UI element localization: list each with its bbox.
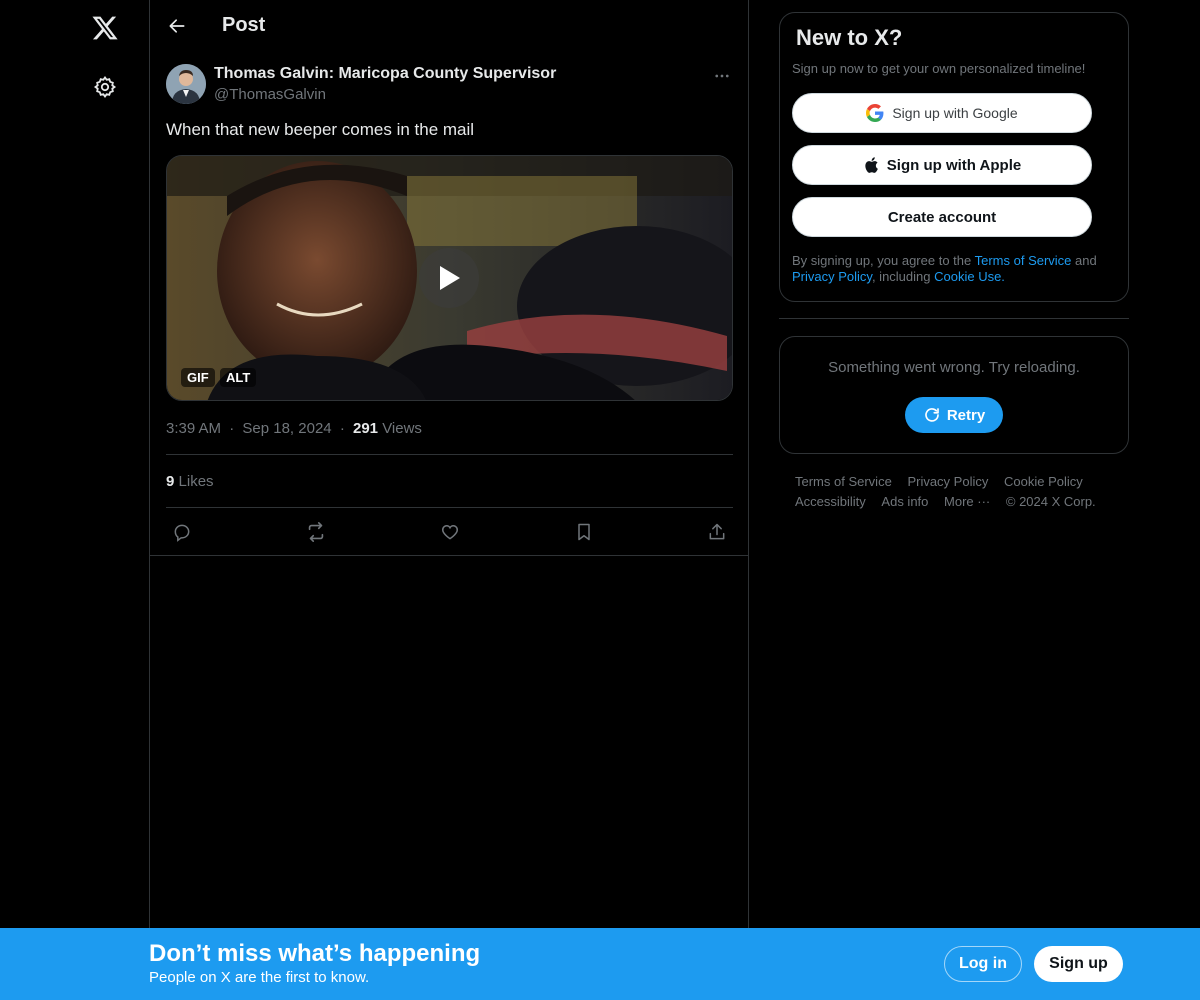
footer-ads-link[interactable]: Ads info [881, 492, 928, 512]
tweet-meta: 3:39 AM · Sep 18, 2024 · 291 Views [166, 420, 422, 437]
trends-error-card: Something went wrong. Try reloading. Ret… [779, 336, 1129, 454]
gear-icon [93, 75, 117, 99]
meta-separator: · [229, 420, 235, 437]
footer-copyright: © 2024 X Corp. [1005, 494, 1096, 509]
like-button[interactable] [436, 518, 464, 546]
signup-subtitle: Sign up now to get your own personalized… [792, 61, 1086, 76]
more-options-button[interactable] [710, 64, 734, 88]
login-button[interactable]: Log in [944, 946, 1022, 982]
author-name[interactable]: Thomas Galvin: Maricopa County Superviso… [214, 65, 556, 83]
signup-google-label: Sign up with Google [892, 105, 1018, 121]
page-title: Post [222, 14, 266, 36]
reply-button[interactable] [168, 518, 196, 546]
refresh-icon [925, 408, 939, 422]
create-account-label: Create account [887, 208, 997, 226]
retry-button[interactable]: Retry [905, 397, 1003, 433]
back-arrow-icon [169, 19, 185, 33]
meta-separator: · [339, 420, 345, 437]
tweet-time[interactable]: 3:39 AM [166, 420, 221, 437]
page-header: Post [150, 0, 748, 53]
retry-label: Retry [946, 406, 986, 424]
divider [166, 454, 733, 455]
reply-icon [174, 524, 190, 542]
footer-privacy-link[interactable]: Privacy Policy [907, 472, 988, 492]
x-logo-icon [92, 16, 118, 40]
views-label: Views [382, 420, 422, 437]
alt-text-badge[interactable]: ALT [220, 368, 257, 387]
footer-accessibility-link[interactable]: Accessibility [795, 492, 866, 512]
repost-button[interactable] [302, 518, 330, 546]
like-icon [441, 524, 459, 540]
footer-more-link[interactable]: More ··· [944, 492, 990, 512]
privacy-policy-link[interactable]: Privacy Policy [792, 269, 872, 284]
bookmark-button[interactable] [570, 518, 598, 546]
tweet-media-gif[interactable]: GIF ALT [166, 155, 733, 401]
author-handle[interactable]: @ThomasGalvin [214, 86, 326, 103]
footer-terms-link[interactable]: Terms of Service [795, 472, 892, 492]
more-icon [715, 74, 729, 78]
views-count: 291 [352, 420, 379, 437]
tweet-date[interactable]: Sep 18, 2024 [242, 420, 331, 437]
play-icon [440, 266, 460, 290]
back-button[interactable] [160, 9, 194, 43]
terms-notice: By signing up, you agree to the Terms of… [792, 253, 1122, 285]
tweet-author: Thomas Galvin: Maricopa County Superviso… [166, 64, 734, 108]
terms-including: , including [871, 269, 935, 284]
footer-cookie-link[interactable]: Cookie Policy [1004, 472, 1083, 492]
left-nav [0, 0, 150, 1000]
signup-banner: Don’t miss what’s happening People on X … [0, 928, 1200, 1000]
banner-title: Don’t miss what’s happening [149, 940, 481, 967]
share-icon [709, 523, 725, 540]
footer-links: Terms of Service Privacy Policy Cookie P… [795, 472, 1125, 512]
banner-subtitle: People on X are the first to know. [149, 969, 370, 986]
likes-count: 9 [166, 473, 175, 490]
gif-badge: GIF [181, 368, 215, 387]
signup-button[interactable]: Sign up [1034, 946, 1123, 982]
settings-button[interactable] [81, 63, 129, 111]
play-button[interactable] [419, 248, 479, 308]
signup-title: New to X? [796, 25, 903, 50]
sidebar-divider [779, 318, 1129, 319]
share-button[interactable] [703, 518, 731, 546]
signup-apple-label: Sign up with Apple [886, 156, 1022, 174]
terms-prefix: By signing up, you agree to the [792, 253, 975, 268]
tweet-actions [166, 508, 733, 554]
x-home-link[interactable] [81, 4, 129, 52]
error-message: Something went wrong. Try reloading. [828, 359, 1080, 376]
main-column: Post Thomas Galvin: Maricopa County Supe… [149, 0, 749, 1000]
signup-google-button[interactable]: Sign up with Google [792, 93, 1092, 133]
apple-icon [865, 157, 878, 173]
terms-of-service-link[interactable]: Terms of Service [975, 253, 1072, 268]
google-icon [866, 104, 884, 122]
create-account-button[interactable]: Create account [792, 197, 1092, 237]
divider [150, 555, 748, 556]
bookmark-icon [578, 523, 590, 541]
terms-and: and [1071, 253, 1097, 268]
signup-card: New to X? Sign up now to get your own pe… [779, 12, 1129, 302]
tweet-text: When that new beeper comes in the mail [166, 120, 475, 139]
signup-apple-button[interactable]: Sign up with Apple [792, 145, 1092, 185]
likes-label: Likes [178, 473, 214, 490]
likes-link[interactable]: 9 Likes [166, 473, 214, 490]
avatar[interactable] [166, 64, 206, 104]
cookie-use-link[interactable]: Cookie Use. [934, 269, 1005, 284]
repost-icon [308, 522, 324, 542]
